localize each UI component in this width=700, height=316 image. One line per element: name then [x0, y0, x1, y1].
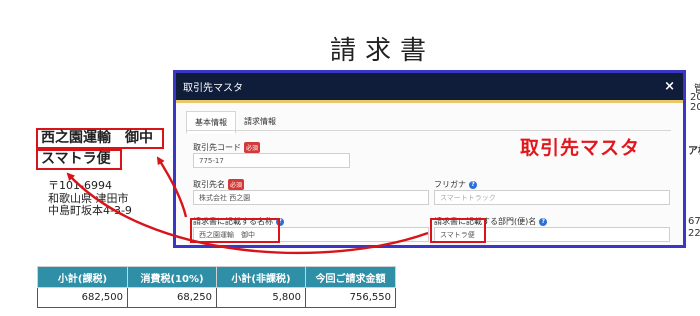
furigana-help-icon[interactable]: ?	[469, 180, 477, 189]
name-required-badge: 必須	[228, 179, 245, 190]
tabs-divider	[186, 130, 671, 131]
furigana-input[interactable]: スマートトラック	[434, 190, 670, 205]
code-label: 取引先コード 必須	[193, 142, 261, 153]
invoice-dept-highlight	[430, 218, 486, 243]
recipient-block: 西之園運輸 御中 スマトラ便	[36, 128, 164, 170]
name-input[interactable]: 株式会社 西之園	[193, 190, 429, 205]
recipient-address: 〒101-6994 和歌山県 津田市 中島町坂本4-3-9	[48, 179, 132, 218]
summary-value-row: 682,500 68,250 5,800 756,550	[37, 287, 396, 308]
recipient-company-highlight: 西之園運輸 御中	[36, 128, 164, 149]
name-label: 取引先名 必須	[193, 179, 245, 190]
modal-title: 取引先マスタ	[183, 83, 243, 94]
code-input[interactable]: 775-17	[193, 153, 350, 168]
address-postal: 〒101-6994	[48, 179, 112, 192]
summary-header-row: 小計(課税) 消費税(10%) 小計(非課税) 今回ご請求金額	[37, 266, 396, 288]
value-total-amount: 756,550	[305, 287, 396, 308]
summary-table: 小計(課税) 消費税(10%) 小計(非課税) 今回ご請求金額 682,500 …	[37, 266, 396, 308]
edge-text-3: 20	[690, 102, 700, 113]
code-label-text: 取引先コード	[193, 143, 241, 152]
invoice-dept-help-icon[interactable]: ?	[539, 217, 548, 226]
modal-header: 取引先マスタ ×	[176, 73, 683, 100]
header-subtotal-taxable: 小計(課税)	[37, 266, 128, 288]
header-consumption-tax: 消費税(10%)	[127, 266, 217, 288]
header-total-amount: 今回ご請求金額	[305, 266, 396, 288]
edge-text-6: 22	[688, 228, 700, 239]
header-subtotal-nontaxable: 小計(非課税)	[216, 266, 306, 288]
edge-text-5: 67	[688, 216, 700, 227]
value-subtotal-nontaxable: 5,800	[216, 287, 306, 308]
modal-annotation-label: 取引先マスタ	[520, 137, 641, 159]
address-street: 中島町坂本4-3-9	[48, 204, 132, 217]
value-consumption-tax: 68,250	[127, 287, 217, 308]
invoice-name-highlight	[190, 218, 280, 243]
name-label-text: 取引先名	[193, 180, 225, 189]
edge-text-4: ア株	[688, 146, 700, 157]
client-master-modal: 取引先マスタ × 基本情報 請求情報 取引先マスタ 取引先コード 必須 775-…	[173, 70, 686, 248]
close-icon[interactable]: ×	[664, 79, 675, 94]
modal-body: 基本情報 請求情報 取引先マスタ 取引先コード 必須 775-17 取引先名 必…	[176, 103, 683, 245]
recipient-department-highlight: スマトラ便	[36, 149, 122, 170]
code-required-badge: 必須	[244, 142, 261, 153]
furigana-label-text: フリガナ	[434, 180, 466, 189]
value-subtotal-taxable: 682,500	[37, 287, 128, 308]
invoice-title: 請求書	[330, 36, 436, 66]
furigana-label: フリガナ ?	[434, 179, 477, 190]
